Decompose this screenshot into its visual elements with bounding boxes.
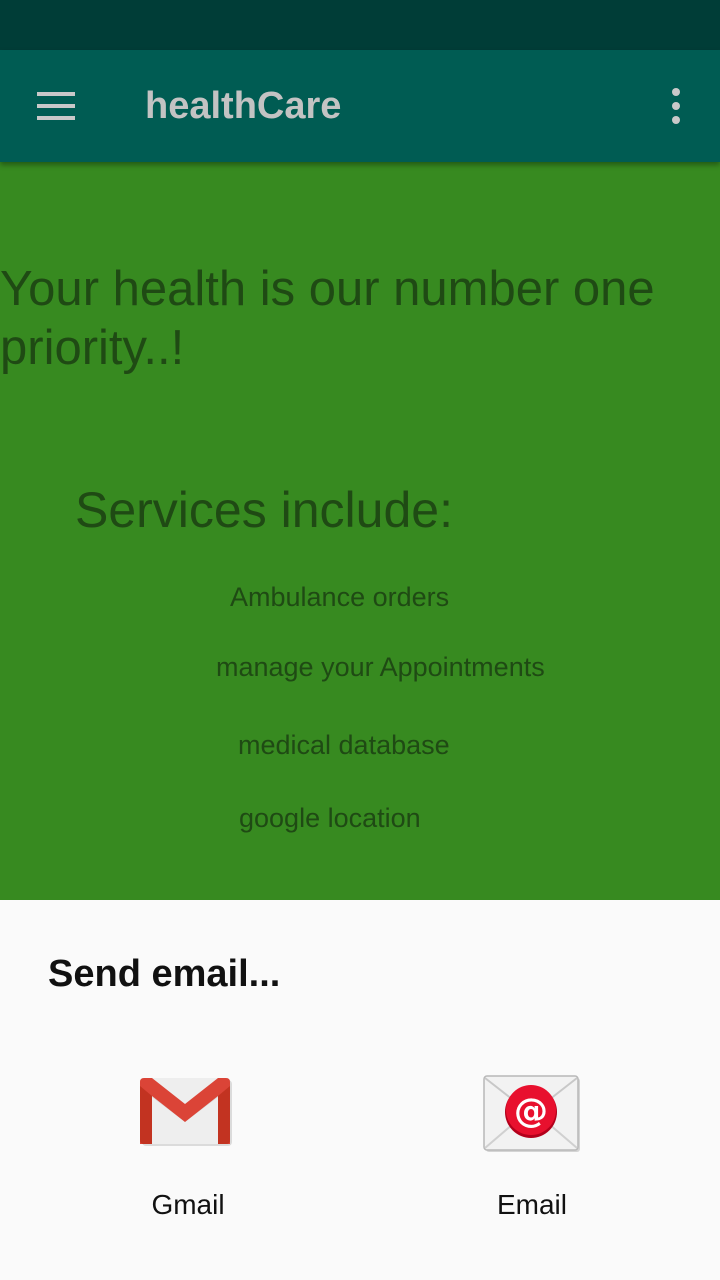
hamburger-menu-icon xyxy=(37,92,75,120)
app-title: healthCare xyxy=(145,85,342,127)
send-email-sheet: Send email... Gmail @ Email xyxy=(0,900,720,1280)
services-title: Services include: xyxy=(75,482,453,538)
email-app-icon: @ xyxy=(482,1074,582,1154)
svg-text:@: @ xyxy=(514,1091,548,1131)
email-target[interactable]: @ Email xyxy=(412,1060,652,1230)
gmail-label: Gmail xyxy=(151,1189,225,1220)
app-bar: healthCare xyxy=(0,50,720,162)
email-label: Email xyxy=(496,1189,567,1220)
navigation-menu-button[interactable] xyxy=(20,72,92,140)
gmail-icon xyxy=(138,1074,238,1154)
headline: Your health is our number one priority..… xyxy=(0,262,655,375)
status-bar xyxy=(0,0,720,50)
more-vert-icon xyxy=(672,88,680,124)
service-item-appointments: manage your Appointments xyxy=(216,652,545,682)
overflow-menu-button[interactable] xyxy=(650,80,702,132)
service-item-medical-database: medical database xyxy=(238,730,450,760)
service-item-google-location: google location xyxy=(239,803,421,833)
sheet-title: Send email... xyxy=(48,953,281,995)
main-content: Your health is our number one priority..… xyxy=(0,162,720,900)
service-item-ambulance: Ambulance orders xyxy=(230,582,450,612)
gmail-target[interactable]: Gmail xyxy=(68,1060,308,1230)
